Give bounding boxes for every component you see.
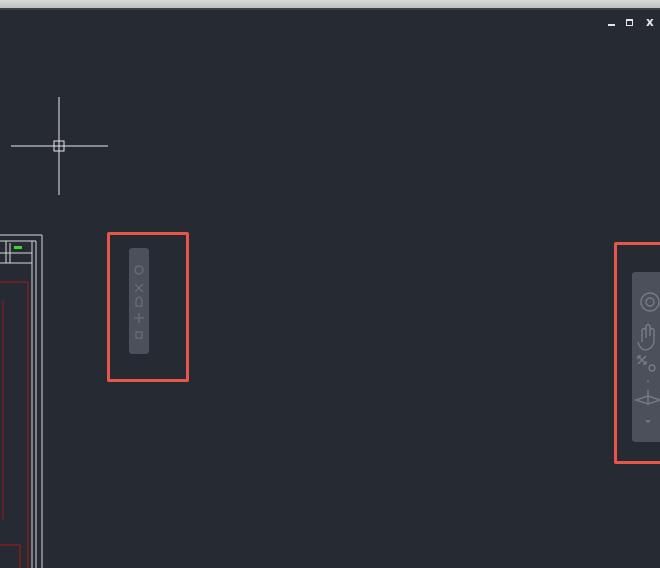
pan-icon [637,323,655,351]
title-bar-strip [0,0,660,10]
navigation-bar-collapsed[interactable] [129,248,149,354]
restore-button[interactable] [626,16,633,28]
minimize-button[interactable] [608,16,615,28]
minimize-icon [608,24,615,26]
steering-wheel-icon [134,265,144,275]
restore-icon [626,19,633,26]
close-button[interactable]: x [646,16,654,28]
drawing-canvas[interactable] [0,10,660,568]
chevron-down-icon [645,419,651,423]
zoom-extents-icon [637,355,656,372]
showmotion-icon [135,331,143,339]
pan-icon [135,296,143,307]
navigation-bar-expanded[interactable] [632,272,660,442]
orbit-icon [633,390,660,405]
zoom-extents-icon [134,283,144,293]
steering-wheel-icon [640,292,660,312]
close-icon: x [646,15,654,29]
orbit-icon [134,313,144,323]
